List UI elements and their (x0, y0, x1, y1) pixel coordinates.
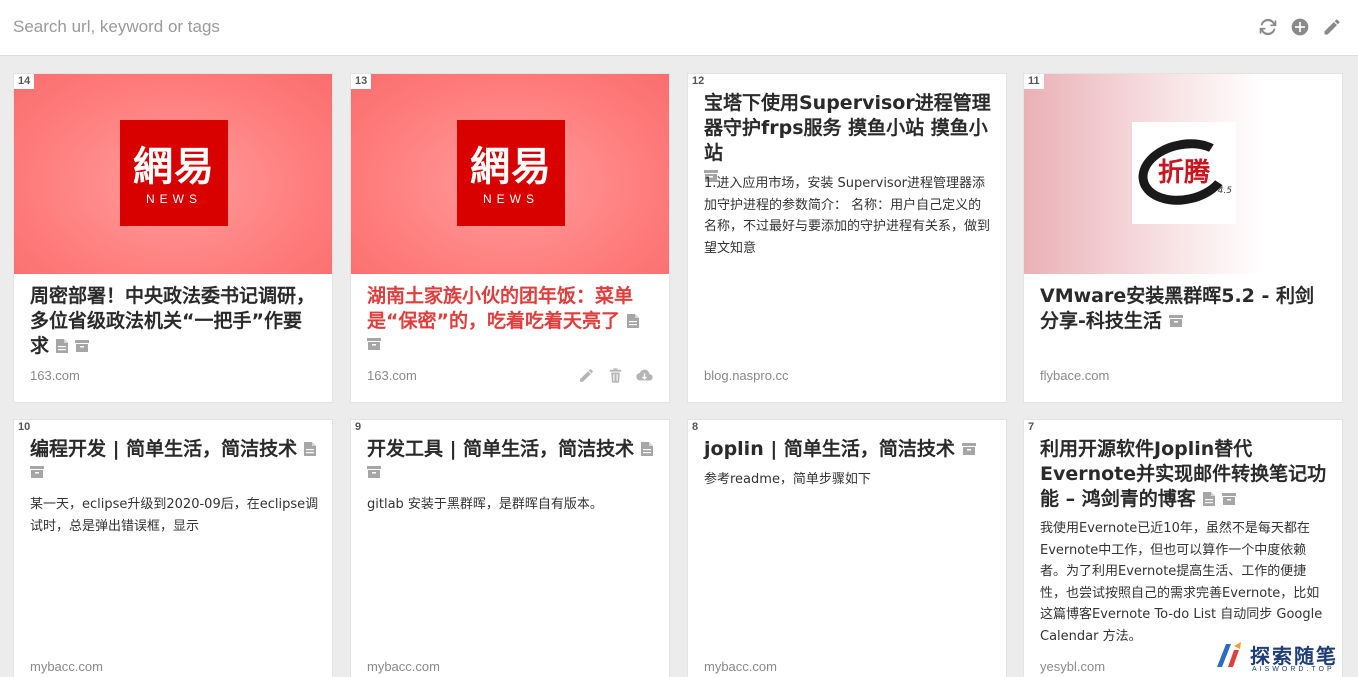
archive-icon[interactable] (30, 465, 44, 479)
netease-news-logo: 網易 NEWS (120, 120, 228, 226)
card-title[interactable]: 编程开发 | 简单生活，简洁技术 (30, 437, 320, 479)
card-id: 13 (351, 74, 372, 89)
card-title[interactable]: 利用开源软件Joplin替代Evernote并实现邮件转换笔记功能 – 鸿剑青的… (1040, 437, 1330, 512)
pen-logo-icon (1214, 640, 1244, 670)
trash-icon[interactable] (607, 367, 624, 384)
note-icon[interactable] (56, 339, 69, 353)
card-domain[interactable]: 163.com (367, 368, 417, 383)
card-title[interactable]: 湖南土家族小伙的团年饭：菜单是“保密”的，吃着吃着天亮了 (367, 284, 657, 351)
card-domain[interactable]: mybacc.com (30, 659, 103, 674)
card-thumbnail[interactable]: 網易 NEWS (351, 74, 669, 274)
note-icon[interactable] (304, 442, 317, 456)
card-domain[interactable]: flybace.com (1040, 368, 1109, 383)
card-actions (578, 367, 653, 384)
netease-news-logo: 網易 NEWS (457, 120, 565, 226)
logo-sub-text: NEWS (146, 192, 202, 206)
card-domain[interactable]: mybacc.com (704, 659, 777, 674)
card-title-text[interactable]: 周密部署！中央政法委书记调研，多位省级政法机关“一把手”作要求 (30, 285, 315, 357)
card-id: 11 (1024, 74, 1044, 89)
zheteng-logo: 折腾 4.5 (1132, 122, 1236, 224)
archive-icon[interactable] (367, 465, 381, 479)
card-title[interactable]: 周密部署！中央政法委书记调研，多位省级政法机关“一把手”作要求 (30, 284, 320, 359)
search-input[interactable] (13, 14, 913, 40)
card-id: 14 (14, 74, 35, 89)
card-id: 7 (1024, 420, 1039, 435)
card-id: 10 (14, 420, 35, 435)
card-domain[interactable]: 163.com (30, 368, 80, 383)
card-excerpt: 我使用Evernote已近10年，虽然不是每天都在Evernote中工作，但也可… (1040, 521, 1323, 644)
watermark-sub: AISWORD.TOP (1252, 666, 1335, 673)
card-id: 8 (688, 420, 703, 435)
cloud-download-icon[interactable] (636, 367, 653, 384)
watermark-text: 探索随笔 (1250, 644, 1338, 668)
archive-icon[interactable] (961, 442, 976, 456)
logo-text: 網易 (133, 143, 215, 190)
bookmark-card[interactable]: 10 编程开发 | 简单生活，简洁技术 某一天，eclipse升级到2020-0… (13, 419, 333, 677)
top-bar (0, 0, 1358, 56)
card-excerpt: 1.进入应用市场，安装 Supervisor进程管理器添加守护进程的参数简介： … (704, 176, 991, 256)
card-title[interactable]: VMware安装黑群晖5.2 - 利剑分享-科技生活 (1040, 284, 1330, 334)
bookmark-card[interactable]: 11 折腾 4.5 VMware安装黑群晖5.2 - 利剑分享-科技生活 fly… (1023, 73, 1343, 403)
archive-icon[interactable] (1221, 492, 1236, 506)
card-excerpt: gitlab 安装于黑群晖，是群晖自有版本。 (367, 497, 603, 512)
note-icon[interactable] (626, 314, 639, 328)
logo-text: 折腾 (1157, 158, 1210, 188)
card-title-text[interactable]: joplin | 简单生活，简洁技术 (704, 438, 955, 460)
pencil-icon[interactable] (1322, 17, 1342, 37)
card-title-text[interactable]: 利用开源软件Joplin替代Evernote并实现邮件转换笔记功能 – 鸿剑青的… (1040, 438, 1326, 510)
edit-icon[interactable] (578, 367, 595, 384)
logo-sub-text: NEWS (483, 192, 539, 206)
card-id: 12 (688, 74, 709, 89)
logo-text: 網易 (470, 143, 552, 190)
bookmark-card[interactable]: 13 網易 NEWS 湖南土家族小伙的团年饭：菜单是“保密”的，吃着吃着天亮了 … (350, 73, 670, 403)
card-excerpt: 参考readme，简单步骤如下 (704, 472, 871, 487)
card-domain[interactable]: yesybl.com (1040, 659, 1105, 674)
card-thumbnail[interactable]: 折腾 4.5 (1024, 74, 1342, 274)
bookmark-card[interactable]: 12 宝塔下使用Supervisor进程管理器守护frps服务 摸鱼小站 摸鱼小… (687, 73, 1007, 403)
card-title-text[interactable]: 湖南土家族小伙的团年饭：菜单是“保密”的，吃着吃着天亮了 (367, 285, 633, 332)
add-circle-icon[interactable] (1290, 17, 1310, 37)
card-title-text[interactable]: 编程开发 | 简单生活，简洁技术 (30, 438, 297, 460)
watermark-logo: 探索随笔 AISWORD.TOP (1212, 636, 1358, 677)
archive-icon[interactable] (75, 339, 90, 353)
note-icon[interactable] (641, 442, 654, 456)
card-title-text[interactable]: 宝塔下使用Supervisor进程管理器守护frps服务 摸鱼小站 摸鱼小站 (704, 92, 991, 164)
refresh-icon[interactable] (1258, 17, 1278, 37)
bookmark-card[interactable]: 9 开发工具 | 简单生活，简洁技术 gitlab 安装于黑群晖，是群晖自有版本… (350, 419, 670, 677)
card-title[interactable]: 宝塔下使用Supervisor进程管理器守护frps服务 摸鱼小站 摸鱼小站 (704, 91, 994, 183)
card-domain[interactable]: mybacc.com (367, 659, 440, 674)
card-title[interactable]: 开发工具 | 简单生活，简洁技术 (367, 437, 657, 479)
logo-version: 4.5 (1217, 186, 1232, 196)
card-domain[interactable]: blog.naspro.cc (704, 368, 789, 383)
card-title-text[interactable]: 开发工具 | 简单生活，简洁技术 (367, 438, 634, 460)
note-icon[interactable] (1202, 492, 1215, 506)
archive-icon[interactable] (367, 337, 381, 351)
bookmark-card[interactable]: 14 網易 NEWS 周密部署！中央政法委书记调研，多位省级政法机关“一把手”作… (13, 73, 333, 403)
card-id: 9 (351, 420, 366, 435)
card-title[interactable]: joplin | 简单生活，简洁技术 (704, 437, 994, 462)
bookmark-card[interactable]: 8 joplin | 简单生活，简洁技术 参考readme，简单步骤如下 myb… (687, 419, 1007, 677)
card-excerpt: 某一天，eclipse升级到2020-09后，在eclipse调试时，总是弹出错… (30, 497, 319, 534)
card-thumbnail[interactable]: 網易 NEWS (14, 74, 332, 274)
archive-icon[interactable] (1168, 314, 1183, 328)
